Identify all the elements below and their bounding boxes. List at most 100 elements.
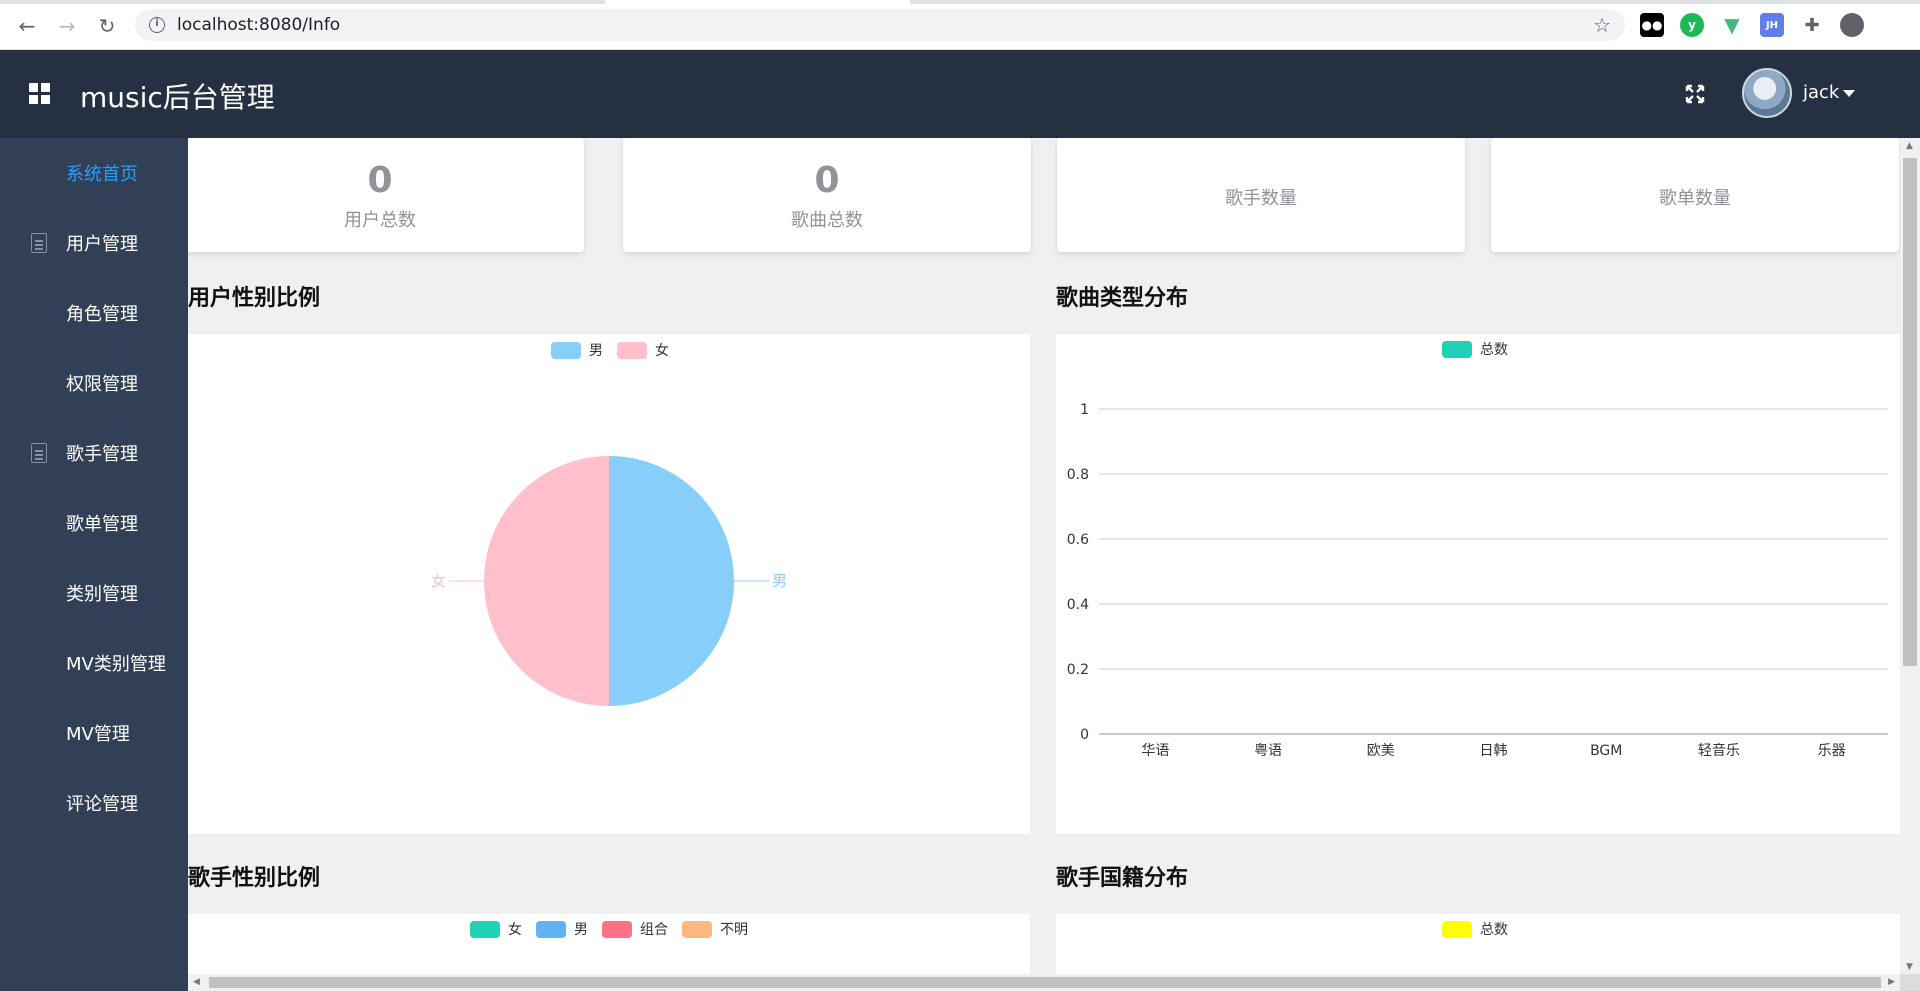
vertical-scrollbar[interactable]: ▲ ▼: [1900, 138, 1920, 974]
sidebar-item-categories[interactable]: 类别管理: [0, 558, 188, 628]
sidebar-item-home[interactable]: 系统首页: [0, 138, 188, 208]
fullscreen-icon[interactable]: [1683, 82, 1707, 106]
stat-value: 0: [367, 160, 393, 201]
sidebar-item-label: MV管理: [66, 724, 130, 745]
vue-devtools-icon[interactable]: ▼: [1720, 13, 1744, 37]
sidebar-item-users[interactable]: 用户管理: [0, 208, 188, 278]
y-tick-label: 0.2: [1067, 662, 1089, 678]
puzzle-icon[interactable]: ✚: [1800, 13, 1824, 37]
stat-label: 歌手数量: [1225, 188, 1297, 209]
avatar[interactable]: [1742, 68, 1792, 118]
stat-card-users: 0 用户总数: [188, 138, 584, 252]
stat-card-playlists: 歌单数量: [1491, 138, 1899, 252]
user-gender-chart: 男 女 男女: [188, 334, 1030, 834]
sidebar-item-roles[interactable]: 角色管理: [0, 278, 188, 348]
bookmark-star-icon[interactable]: ☆: [1593, 13, 1611, 37]
back-icon[interactable]: ←: [14, 13, 40, 39]
x-tick-label: 欧美: [1367, 743, 1395, 759]
y-tick-label: 0.4: [1067, 597, 1089, 613]
stat-card-songs: 0 歌曲总数: [623, 138, 1031, 252]
url-text[interactable]: localhost:8080/Info: [177, 15, 340, 35]
sidebar-item-label: 评论管理: [66, 794, 138, 815]
legend-item[interactable]: 男: [536, 919, 588, 939]
section-title-singer-gender: 歌手性别比例: [188, 866, 321, 891]
stat-card-singers: 歌手数量: [1057, 138, 1465, 252]
stat-label: 歌曲总数: [791, 210, 863, 231]
sidebar-item-mv[interactable]: MV管理: [0, 698, 188, 768]
section-title-song-type: 歌曲类型分布: [1056, 286, 1189, 311]
legend-item[interactable]: 不明: [682, 919, 748, 939]
legend-label: 女: [508, 922, 522, 938]
section-title-user-gender: 用户性别比例: [188, 286, 321, 311]
y-tick-label: 0.8: [1067, 467, 1089, 483]
stat-label: 用户总数: [344, 210, 416, 231]
scrollbar-corner: [1900, 974, 1920, 991]
document-icon: [31, 233, 47, 253]
chevron-down-icon[interactable]: [1843, 90, 1855, 97]
scrollbar-thumb[interactable]: [209, 977, 1881, 988]
legend-swatch: [1442, 920, 1472, 938]
profile-icon[interactable]: [1840, 13, 1864, 37]
sidebar-item-label: 系统首页: [66, 164, 138, 185]
y-tick-label: 0.6: [1067, 532, 1089, 548]
tampermonkey-icon[interactable]: ●●: [1640, 13, 1664, 37]
legend-swatch: [682, 920, 712, 938]
x-tick-label: 粤语: [1254, 743, 1282, 759]
singer-gender-chart: 女 男 组合 不明: [188, 914, 1030, 974]
sidebar-item-permissions[interactable]: 权限管理: [0, 348, 188, 418]
legend-label: 总数: [1480, 922, 1508, 938]
chart-legend: 女 男 组合 不明: [470, 919, 762, 939]
sidebar-item-label: 权限管理: [66, 374, 138, 395]
x-tick-label: 乐器: [1818, 743, 1846, 759]
site-info-icon[interactable]: i: [149, 17, 165, 33]
x-tick-label: 日韩: [1480, 743, 1508, 759]
jh-icon[interactable]: JH: [1760, 13, 1784, 37]
pie-slice[interactable]: [484, 456, 609, 706]
chart-legend: 总数: [1442, 919, 1522, 939]
pie-slice-label: 男: [772, 572, 787, 590]
address-bar[interactable]: i localhost:8080/Info ☆: [135, 9, 1625, 41]
sidebar-item-comments[interactable]: 评论管理: [0, 768, 188, 838]
singer-nation-chart: 总数: [1056, 914, 1900, 974]
sidebar-item-label: 类别管理: [66, 584, 138, 605]
legend-label: 男: [574, 922, 588, 938]
scroll-right-icon[interactable]: ▶: [1888, 977, 1895, 987]
sidebar-item-mv-categories[interactable]: MV类别管理: [0, 628, 188, 698]
active-tab[interactable]: [605, 0, 910, 4]
x-tick-label: BGM: [1590, 743, 1622, 759]
bar-chart: 0 0.2 0.4 0.6 0.8 1 华语 粤语 欧美 日韩 BGM 轻音乐 乐器: [1067, 402, 1888, 759]
pie-slice-label: 女: [431, 572, 446, 590]
legend-label: 组合: [640, 922, 668, 938]
reload-icon[interactable]: ↻: [94, 13, 120, 39]
legend-swatch: [470, 920, 500, 938]
scroll-down-icon[interactable]: ▼: [1906, 962, 1913, 972]
tab-strip: [0, 0, 1920, 4]
sidebar-item-label: 角色管理: [66, 304, 138, 325]
legend-item[interactable]: 总数: [1442, 919, 1508, 939]
scrollbar-thumb[interactable]: [1903, 158, 1917, 666]
legend-item[interactable]: 女: [470, 919, 522, 939]
v-extension-icon[interactable]: y: [1680, 13, 1704, 37]
menu-grid-icon[interactable]: [29, 83, 51, 105]
sidebar-item-label: 歌手管理: [66, 444, 138, 465]
main-content: 0 用户总数 0 歌曲总数 歌手数量 歌单数量 用户性别比例 歌曲类型分布 男 …: [188, 138, 1900, 974]
scroll-up-icon[interactable]: ▲: [1906, 141, 1913, 151]
legend-swatch: [536, 920, 566, 938]
section-title-singer-nation: 歌手国籍分布: [1056, 866, 1189, 891]
sidebar: 系统首页 用户管理 角色管理 权限管理 歌手管理 歌单管理 类别管理 MV类别管…: [0, 138, 188, 991]
pie-chart: 男女: [431, 456, 787, 706]
sidebar-item-singers[interactable]: 歌手管理: [0, 418, 188, 488]
sidebar-item-label: 用户管理: [66, 234, 138, 255]
forward-icon[interactable]: →: [54, 13, 80, 39]
sidebar-item-playlists[interactable]: 歌单管理: [0, 488, 188, 558]
username[interactable]: jack: [1803, 82, 1839, 103]
horizontal-scrollbar[interactable]: ◀ ▶: [188, 974, 1900, 991]
sidebar-item-label: MV类别管理: [66, 654, 166, 675]
browser-toolbar: ← → ↻ i localhost:8080/Info ☆ ●● y ▼ JH …: [0, 0, 1920, 50]
x-tick-label: 轻音乐: [1698, 742, 1740, 759]
song-type-chart: 总数 0 0.2 0.4 0.6 0.8 1 华语 粤语 欧美 日韩 BGM 轻音乐 乐器: [1056, 334, 1900, 834]
stat-value: 0: [814, 160, 840, 201]
legend-item[interactable]: 组合: [602, 919, 668, 939]
scroll-left-icon[interactable]: ◀: [193, 977, 200, 987]
pie-slice[interactable]: [609, 456, 734, 706]
